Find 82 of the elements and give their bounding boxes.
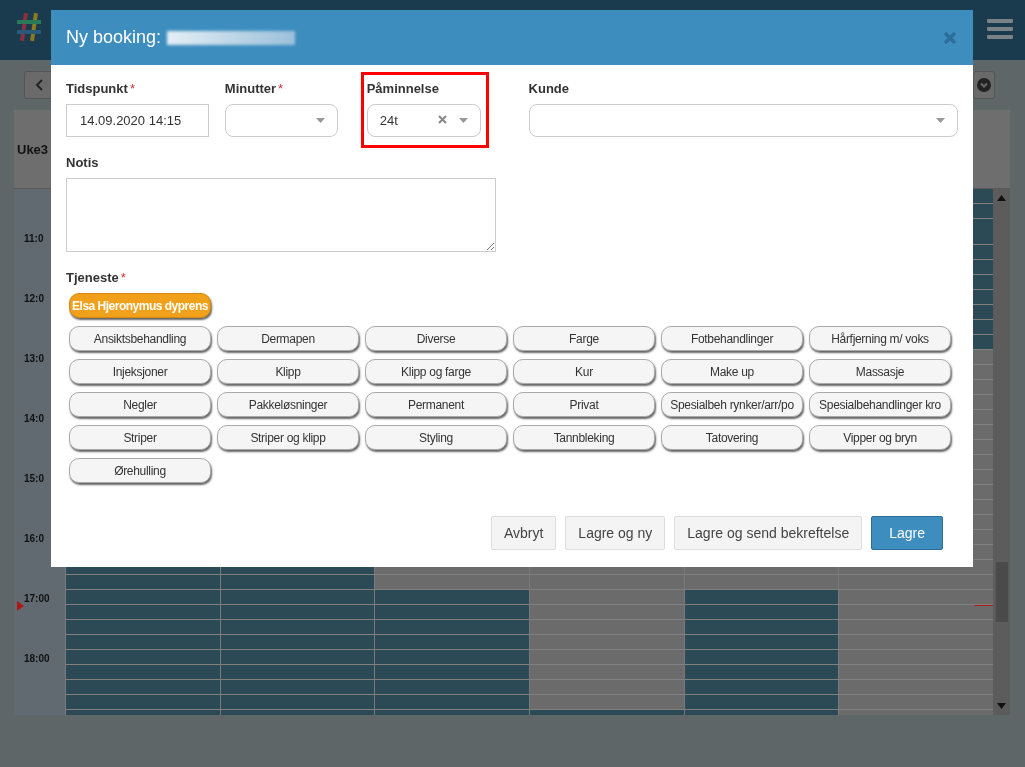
week-label: Uke3 bbox=[17, 141, 49, 157]
service-chip[interactable]: Fotbehandlinger bbox=[661, 326, 803, 351]
required-mark: * bbox=[129, 81, 135, 96]
select-field[interactable]: 24t bbox=[366, 104, 481, 137]
service-chip[interactable]: Hårfjerning m/ voks bbox=[809, 326, 951, 351]
service-chip[interactable]: Striper og klipp bbox=[217, 425, 359, 450]
caret-icon bbox=[315, 118, 325, 123]
calendar-slot[interactable] bbox=[374, 590, 529, 650]
time-label: 12:0 bbox=[24, 293, 44, 304]
service-chip[interactable]: Diverse bbox=[365, 326, 507, 351]
close-button[interactable] bbox=[943, 30, 957, 45]
time-label: 15:0 bbox=[24, 473, 44, 484]
calendar-slot[interactable] bbox=[64, 650, 220, 710]
service-chip[interactable]: Ansiktsbehandling bbox=[69, 326, 211, 351]
note-field[interactable] bbox=[66, 178, 496, 252]
time-label: 17:00 bbox=[24, 593, 50, 604]
service-chip[interactable]: Pakkeløsninger bbox=[217, 392, 359, 417]
service-chip[interactable]: Massasje bbox=[809, 359, 951, 384]
menu-icon[interactable] bbox=[987, 18, 1013, 40]
dialog-title: Ny booking: bbox=[66, 27, 162, 48]
service-chip[interactable]: Ørehulling bbox=[69, 458, 211, 483]
caret-icon bbox=[458, 118, 468, 123]
service-chip[interactable]: Dermapen bbox=[217, 326, 359, 351]
clear-icon[interactable] bbox=[437, 114, 447, 124]
service-chip[interactable]: Make up bbox=[661, 359, 803, 384]
scrollbar[interactable] bbox=[993, 189, 1010, 715]
time-label: 14:0 bbox=[24, 413, 44, 424]
calendar-slot[interactable] bbox=[528, 650, 684, 710]
calendar-slot[interactable] bbox=[528, 590, 684, 650]
service-chip[interactable]: Spesialbeh rynker/arr/po bbox=[661, 392, 803, 417]
chevron-left-icon bbox=[35, 79, 43, 91]
calendar-slot[interactable] bbox=[219, 590, 375, 650]
required-mark: * bbox=[278, 81, 284, 96]
service-chip[interactable]: Farge bbox=[513, 326, 655, 351]
service-chip[interactable]: Tatovering bbox=[661, 425, 803, 450]
field-label: Kunde bbox=[528, 81, 569, 96]
dropdown-button[interactable] bbox=[973, 71, 995, 99]
caret-icon bbox=[936, 118, 945, 123]
field-label: Påminnelse bbox=[366, 81, 439, 96]
field-label: Tidspunkt bbox=[66, 81, 128, 96]
service-chip[interactable]: Privat bbox=[513, 392, 655, 417]
service-chip[interactable]: Klipp og farge bbox=[365, 359, 507, 384]
dialog-button[interactable]: Lagre bbox=[871, 516, 943, 550]
field-label: Notis bbox=[66, 155, 99, 170]
field-label: Minutter bbox=[224, 81, 277, 96]
service-chip[interactable]: Negler bbox=[69, 392, 211, 417]
calendar-slot[interactable] bbox=[838, 590, 993, 650]
service-chip[interactable]: Klipp bbox=[217, 359, 359, 384]
current-time-line bbox=[974, 605, 993, 606]
required-mark: * bbox=[120, 270, 126, 285]
calendar-slot[interactable] bbox=[64, 590, 220, 650]
chevron-down-icon bbox=[977, 78, 991, 92]
service-chip[interactable]: Striper bbox=[69, 425, 211, 450]
dialog-button[interactable]: Lagre og send bekreftelse bbox=[674, 516, 863, 550]
calendar-slot[interactable] bbox=[374, 650, 529, 710]
select-field[interactable] bbox=[224, 104, 338, 137]
calendar-slot[interactable] bbox=[838, 650, 993, 710]
time-label: 18:00 bbox=[24, 653, 50, 664]
calendar-slot[interactable] bbox=[683, 650, 839, 710]
previous-button[interactable] bbox=[24, 71, 54, 99]
service-chip[interactable]: Permanent bbox=[365, 392, 507, 417]
select-field[interactable] bbox=[528, 104, 958, 137]
time-label: 16:0 bbox=[24, 533, 44, 544]
service-chip[interactable]: Vipper og bryn bbox=[809, 425, 951, 450]
service-chip[interactable]: Spesialbehandlinger kro bbox=[809, 392, 951, 417]
logo-icon bbox=[16, 11, 42, 43]
calendar-slot[interactable] bbox=[219, 650, 375, 710]
calendar-slot[interactable] bbox=[683, 590, 839, 650]
current-time-icon bbox=[17, 601, 24, 611]
date-time-field[interactable]: 14.09.2020 14:15 bbox=[66, 104, 209, 137]
service-chip[interactable]: Kur bbox=[513, 359, 655, 384]
dialog-button[interactable]: Lagre og ny bbox=[565, 516, 666, 550]
service-chip[interactable]: Injeksjoner bbox=[69, 359, 211, 384]
field-label: Tjeneste bbox=[66, 270, 119, 285]
scroll-up-icon[interactable] bbox=[997, 195, 1006, 201]
service-chip[interactable]: Styling bbox=[365, 425, 507, 450]
scroll-down-icon[interactable] bbox=[997, 703, 1006, 709]
service-chip[interactable]: Tannbleking bbox=[513, 425, 655, 450]
resize-grip-icon[interactable] bbox=[486, 242, 494, 250]
time-label: 11:0 bbox=[24, 233, 44, 244]
time-label: 13:0 bbox=[24, 353, 44, 364]
dialog-button[interactable]: Avbryt bbox=[490, 516, 557, 550]
